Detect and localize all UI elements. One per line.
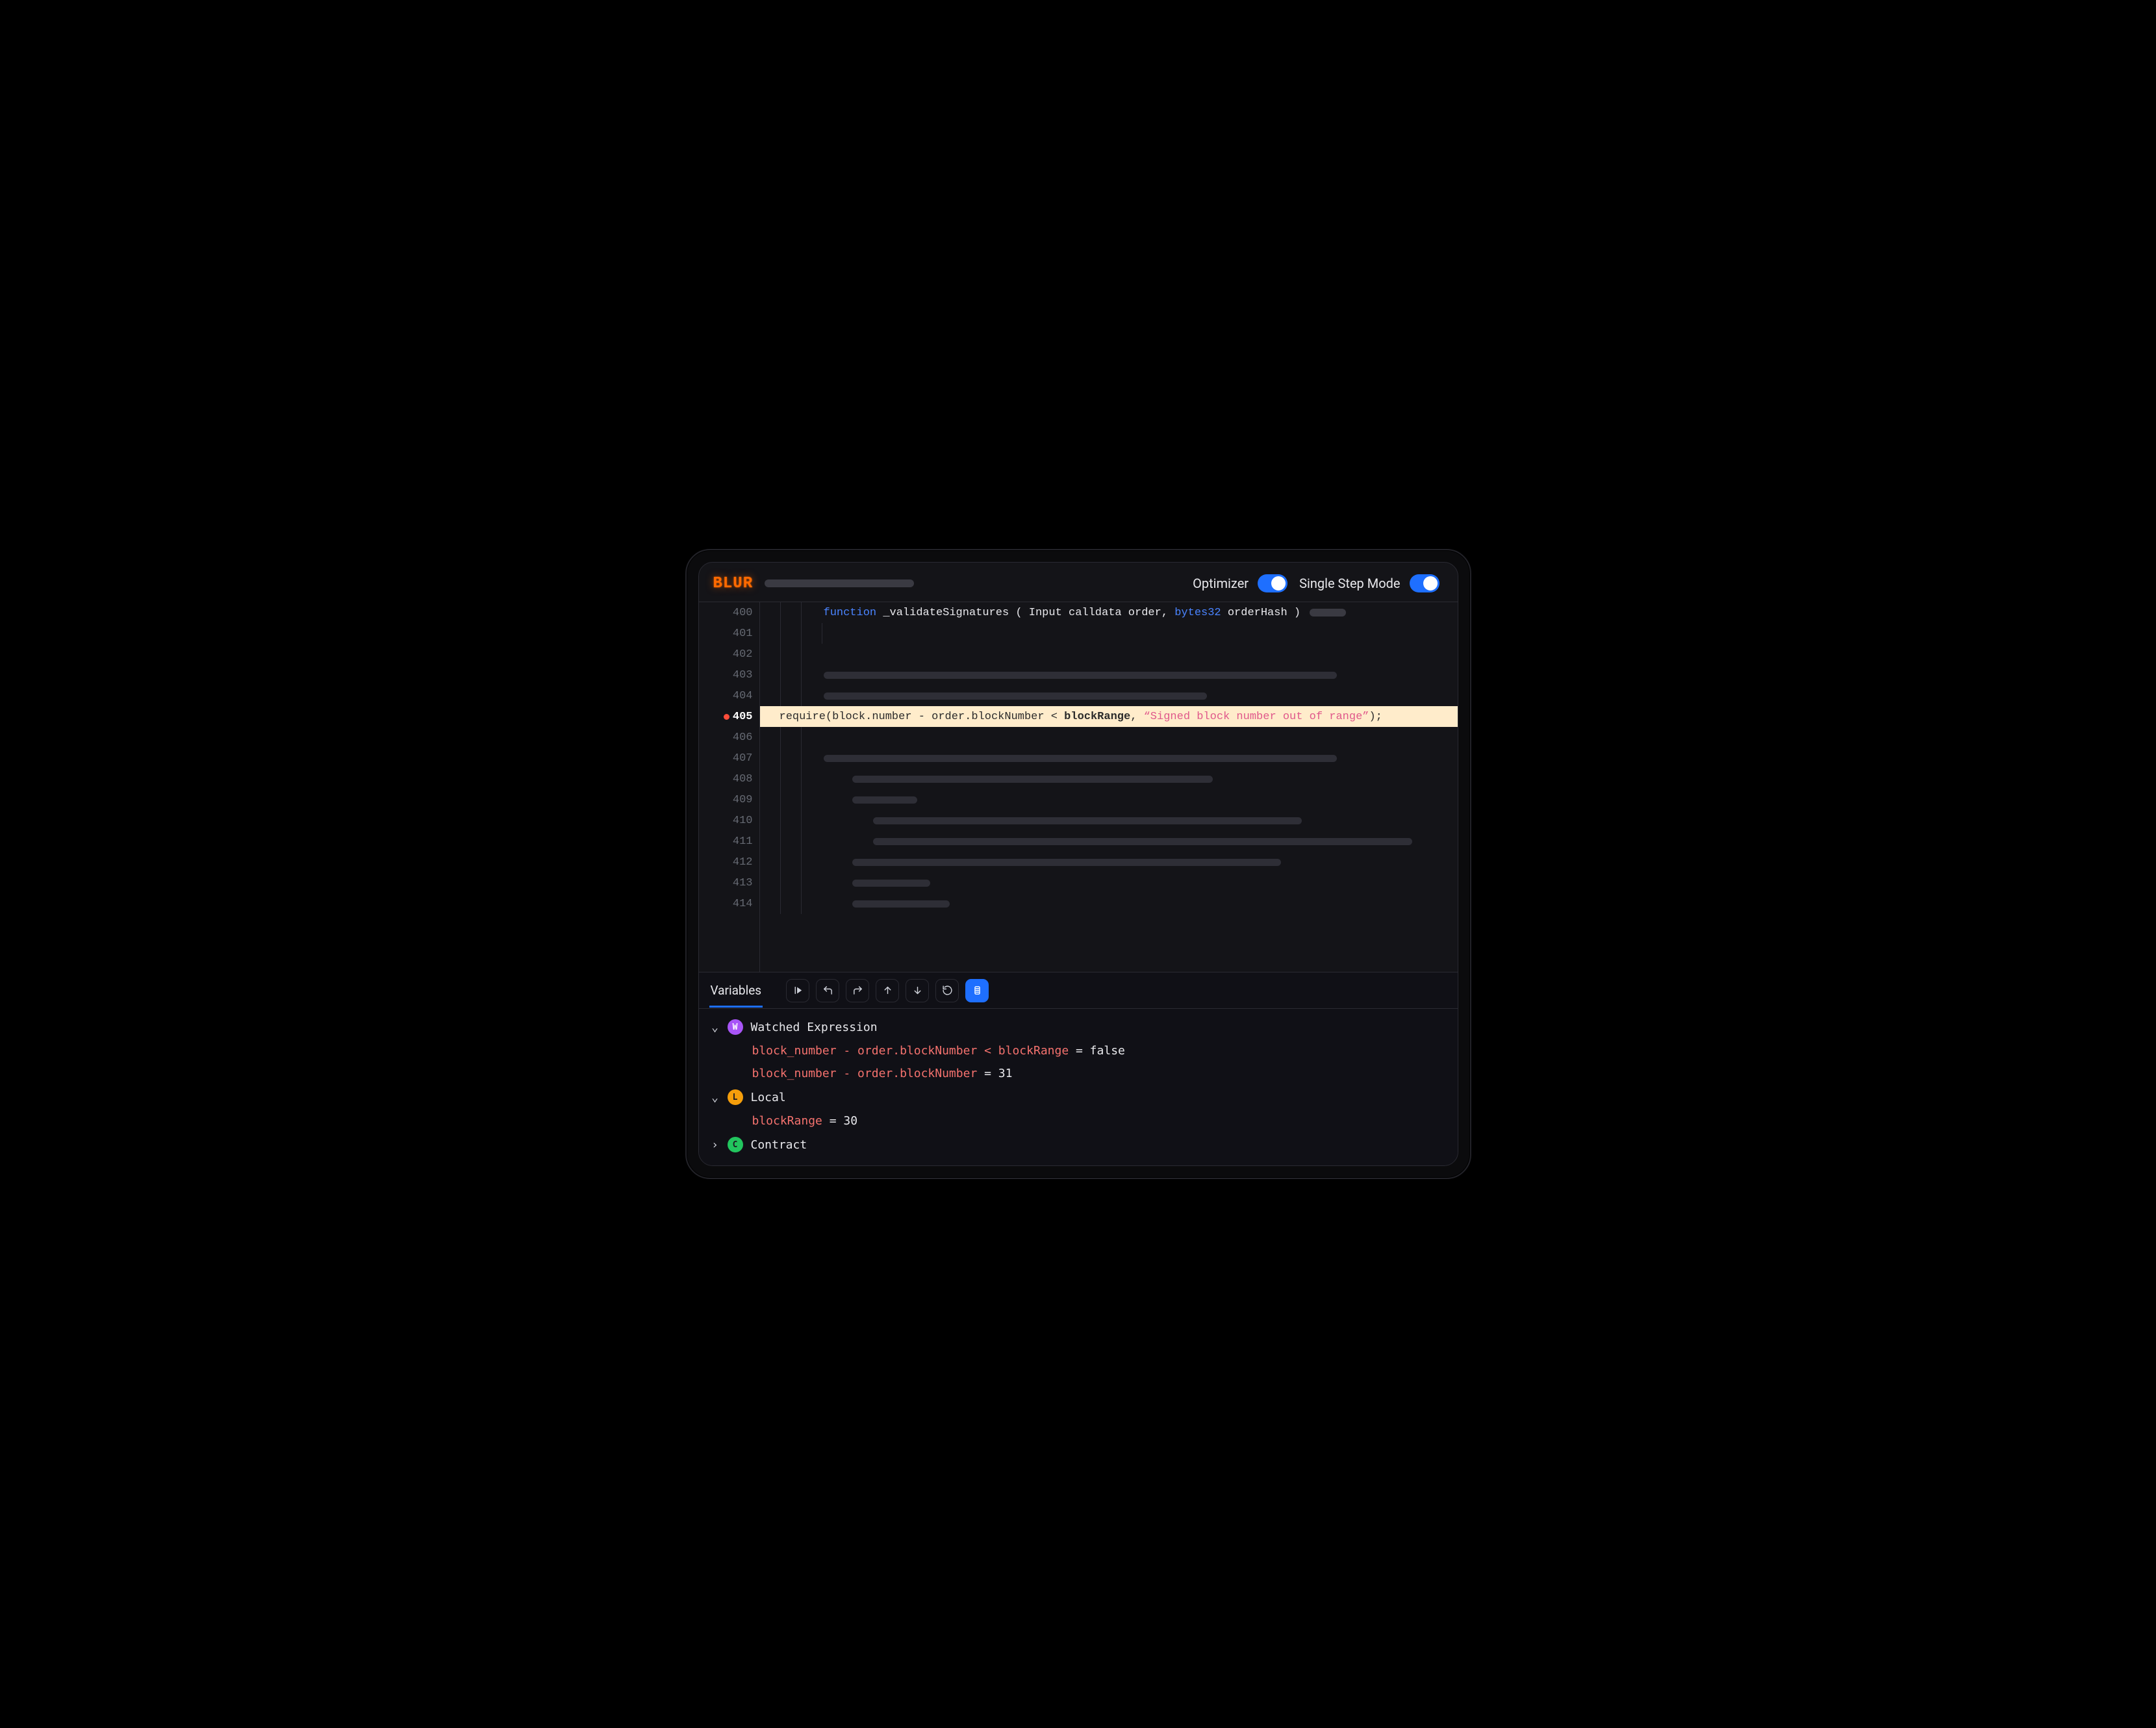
group-badge-icon: C (728, 1137, 743, 1152)
redacted-code-icon (873, 838, 1412, 845)
code-line[interactable] (760, 831, 1458, 852)
line-number[interactable]: 410 (699, 810, 759, 831)
code-editor[interactable]: 4004014024034044054064074084094104114124… (699, 602, 1458, 972)
code-line[interactable] (760, 644, 1458, 665)
chevron-down-icon[interactable]: ⌄ (711, 1091, 720, 1104)
variable-row[interactable]: block_number - order.blockNumber < block… (711, 1044, 1446, 1058)
var-group[interactable]: ⌄ W Watched Expression (711, 1019, 1446, 1035)
chevron-down-icon[interactable]: ⌄ (711, 1021, 720, 1034)
step-into-button[interactable] (906, 979, 929, 1002)
debugger-controls (786, 979, 989, 1002)
brand-logo: BLUR (713, 575, 754, 592)
redacted-code-icon (852, 880, 930, 887)
variable-row[interactable]: blockRange = 30 (711, 1114, 1446, 1128)
variable-row[interactable]: block_number - order.blockNumber = 31 (711, 1067, 1446, 1080)
line-number[interactable]: 401 (699, 623, 759, 644)
group-badge-icon: W (728, 1019, 743, 1035)
single-step-toggle-group: Single Step Mode (1299, 574, 1439, 592)
line-number[interactable]: 405 (699, 706, 759, 727)
code-line[interactable] (760, 727, 1458, 748)
optimizer-toggle-group: Optimizer (1193, 574, 1287, 592)
step-out-button[interactable] (876, 979, 899, 1002)
optimizer-label: Optimizer (1193, 576, 1249, 591)
group-label: Local (751, 1091, 786, 1104)
code-line[interactable] (760, 789, 1458, 810)
debugger-tabs: Variables (699, 972, 1458, 1009)
line-number[interactable]: 409 (699, 789, 759, 810)
code-line[interactable] (760, 810, 1458, 831)
code-line[interactable]: require(block.number - order.blockNumber… (760, 706, 1458, 727)
line-gutter[interactable]: 4004014024034044054064074084094104114124… (699, 602, 760, 972)
code-line[interactable] (760, 748, 1458, 769)
code-line[interactable] (760, 893, 1458, 914)
step-over-button[interactable] (846, 979, 869, 1002)
var-group[interactable]: › C Contract (711, 1137, 1446, 1152)
app-header: BLUR Optimizer Single Step Mode (699, 563, 1458, 602)
redacted-code-icon (852, 900, 950, 908)
line-number[interactable]: 414 (699, 893, 759, 914)
line-number[interactable]: 406 (699, 727, 759, 748)
redacted-code-icon (852, 859, 1281, 866)
line-number[interactable]: 400 (699, 602, 759, 623)
line-number[interactable]: 412 (699, 852, 759, 872)
continue-button[interactable] (786, 979, 809, 1002)
code-line[interactable] (760, 852, 1458, 872)
code-line[interactable] (760, 872, 1458, 893)
step-over-back-button[interactable] (816, 979, 839, 1002)
line-number[interactable]: 413 (699, 872, 759, 893)
code-line[interactable] (760, 685, 1458, 706)
line-number[interactable]: 408 (699, 769, 759, 789)
line-number[interactable]: 403 (699, 665, 759, 685)
redacted-code-icon (824, 692, 1207, 700)
header-placeholder (765, 579, 914, 587)
optimizer-switch[interactable] (1258, 574, 1287, 592)
var-group[interactable]: ⌄ L Local (711, 1089, 1446, 1105)
code-area[interactable]: function _validateSignatures ( Input cal… (760, 602, 1458, 972)
chevron-right-icon[interactable]: › (711, 1138, 720, 1152)
redacted-code-icon (852, 776, 1213, 783)
debugger-panel: Variables ⌄ W Watched Expression block_numb… (699, 972, 1458, 1165)
line-number[interactable]: 404 (699, 685, 759, 706)
line-number[interactable]: 407 (699, 748, 759, 769)
stack-button[interactable] (965, 979, 989, 1002)
redacted-code-icon (824, 755, 1337, 762)
variables-pane: ⌄ W Watched Expression block_number - order… (699, 1009, 1458, 1165)
single-step-switch[interactable] (1410, 574, 1439, 592)
device-frame: BLUR Optimizer Single Step Mode 40040140… (685, 549, 1471, 1179)
redacted-code-icon (852, 796, 917, 804)
breakpoint-icon[interactable] (724, 714, 729, 720)
tab-variables[interactable]: Variables (709, 974, 763, 1007)
group-label: Contract (751, 1138, 807, 1152)
single-step-label: Single Step Mode (1299, 576, 1400, 591)
group-label: Watched Expression (751, 1021, 878, 1034)
code-line[interactable] (760, 769, 1458, 789)
app-screen: BLUR Optimizer Single Step Mode 40040140… (698, 562, 1458, 1166)
restart-button[interactable] (935, 979, 959, 1002)
code-line[interactable] (760, 665, 1458, 685)
group-badge-icon: L (728, 1089, 743, 1105)
redacted-code-icon (824, 672, 1337, 679)
code-line[interactable]: function _validateSignatures ( Input cal… (760, 602, 1458, 623)
redacted-code-icon (873, 817, 1302, 824)
line-number[interactable]: 411 (699, 831, 759, 852)
line-number[interactable]: 402 (699, 644, 759, 665)
code-line[interactable] (760, 623, 1458, 644)
